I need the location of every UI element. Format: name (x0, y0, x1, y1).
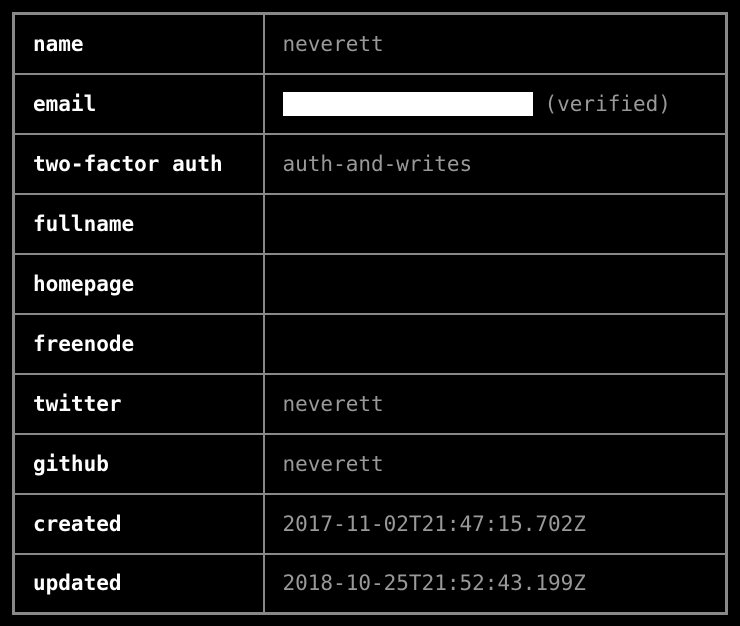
name-label: name (14, 14, 264, 74)
table-row: email (verified) (14, 74, 727, 134)
profile-table: name neverett email (verified) two-facto… (12, 12, 728, 615)
table-row: github neverett (14, 434, 727, 494)
github-value: neverett (264, 434, 727, 494)
email-verified-badge: (verified) (545, 92, 671, 116)
two-factor-label: two-factor auth (14, 134, 264, 194)
table-row: twitter neverett (14, 374, 727, 434)
created-value: 2017-11-02T21:47:15.702Z (264, 494, 727, 554)
freenode-label: freenode (14, 314, 264, 374)
two-factor-value: auth-and-writes (264, 134, 727, 194)
freenode-value (264, 314, 727, 374)
updated-label: updated (14, 554, 264, 614)
homepage-label: homepage (14, 254, 264, 314)
table-row: homepage (14, 254, 727, 314)
name-value: neverett (264, 14, 727, 74)
homepage-value (264, 254, 727, 314)
twitter-label: twitter (14, 374, 264, 434)
fullname-value (264, 194, 727, 254)
email-label: email (14, 74, 264, 134)
email-value: (verified) (264, 74, 727, 134)
table-row: created 2017-11-02T21:47:15.702Z (14, 494, 727, 554)
table-row: freenode (14, 314, 727, 374)
fullname-label: fullname (14, 194, 264, 254)
table-row: updated 2018-10-25T21:52:43.199Z (14, 554, 727, 614)
table-row: two-factor auth auth-and-writes (14, 134, 727, 194)
github-label: github (14, 434, 264, 494)
table-row: fullname (14, 194, 727, 254)
email-redacted-block (283, 92, 533, 116)
updated-value: 2018-10-25T21:52:43.199Z (264, 554, 727, 614)
twitter-value: neverett (264, 374, 727, 434)
table-row: name neverett (14, 14, 727, 74)
created-label: created (14, 494, 264, 554)
